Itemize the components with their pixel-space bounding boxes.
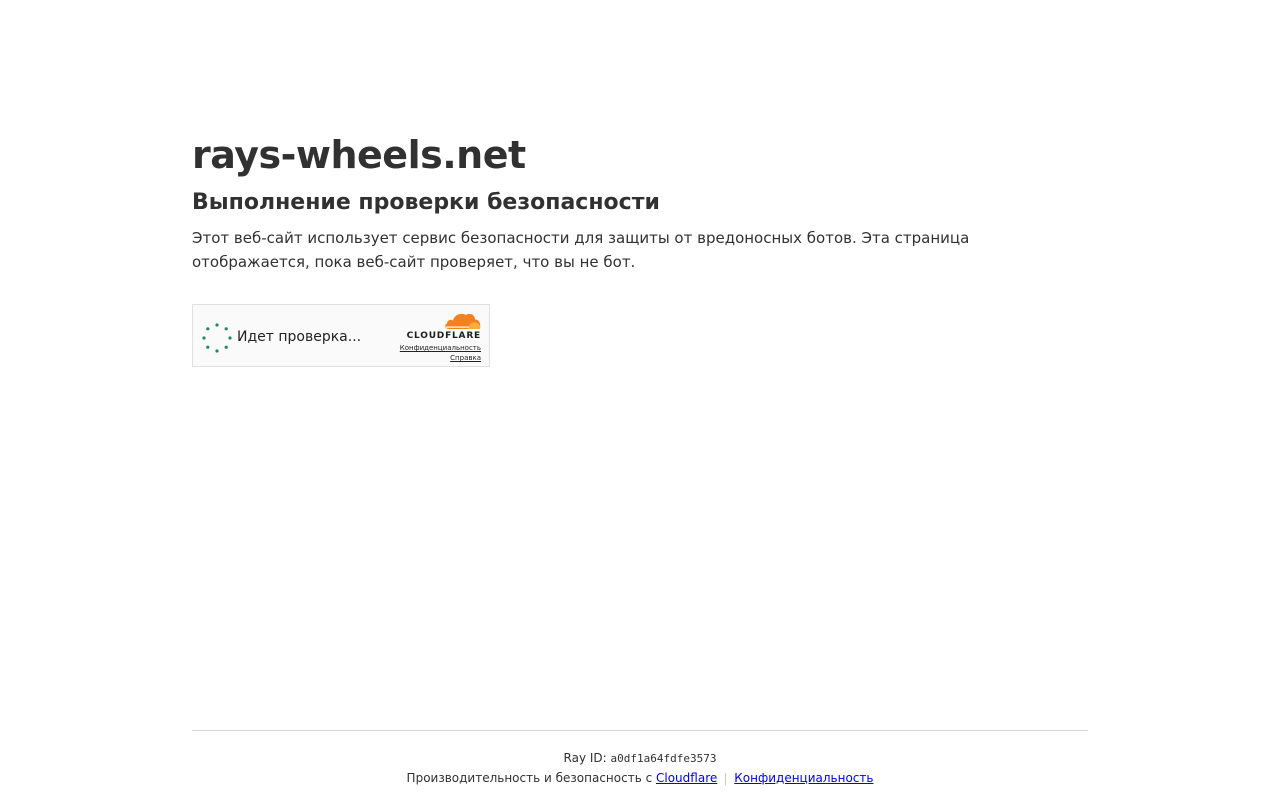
widget-privacy-link[interactable]: Конфиденциальность [400, 343, 481, 353]
turnstile-widget[interactable]: Идет проверка... CLOUDFLARE Конфиденциал… [192, 304, 490, 367]
verifying-status: Идет проверка... [237, 329, 362, 345]
ray-id-value: a0df1a64fdfe3573 [610, 752, 717, 765]
cloudflare-wordmark: CLOUDFLARE [406, 331, 481, 341]
security-check-heading: Выполнение проверки безопасности [192, 190, 660, 215]
loading-spinner-icon [202, 323, 232, 353]
ray-id-label: Ray ID: [563, 751, 607, 765]
site-name: rays-wheels.net [192, 133, 526, 177]
performance-line: Производительность и безопасность с Clou… [192, 770, 1088, 786]
widget-help-link[interactable]: Справка [400, 353, 481, 363]
footer-divider [725, 772, 727, 785]
main-content: rays-wheels.net Выполнение проверки безо… [192, 128, 1088, 367]
cloudflare-cloud-icon [445, 313, 481, 329]
performance-text: Производительность и безопасность с [406, 771, 653, 785]
cloudflare-link[interactable]: Cloudflare [656, 771, 717, 785]
footer: Ray ID: a0df1a64fdfe3573 Производительно… [192, 730, 1088, 786]
ray-id-line: Ray ID: a0df1a64fdfe3573 [192, 750, 1088, 767]
cloudflare-brand: CLOUDFLARE [401, 311, 481, 342]
footer-privacy-link[interactable]: Конфиденциальность [734, 771, 873, 785]
security-description: Этот веб-сайт использует сервис безопасн… [192, 229, 970, 271]
widget-links: Конфиденциальность Справка [400, 343, 481, 363]
